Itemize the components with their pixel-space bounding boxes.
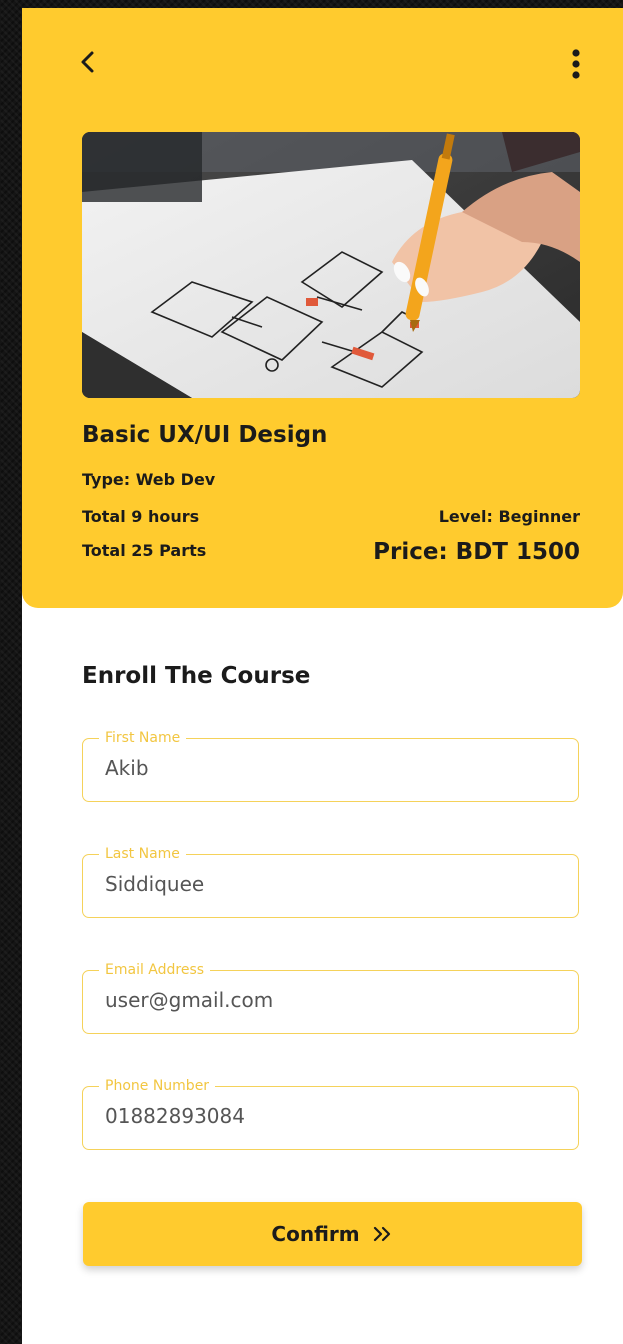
course-header-card: Basic UX/UI Design Type: Web Dev Total 9… bbox=[22, 8, 623, 608]
first-name-label: First Name bbox=[99, 729, 187, 747]
course-price: Price: BDT 1500 bbox=[373, 539, 580, 565]
course-hours: Total 9 hours bbox=[82, 507, 200, 526]
app-screen: Basic UX/UI Design Type: Web Dev Total 9… bbox=[22, 8, 623, 1344]
double-chevron-right-icon bbox=[373, 1226, 390, 1242]
last-name-label: Last Name bbox=[99, 845, 186, 863]
course-level: Level: Beginner bbox=[438, 507, 580, 526]
back-button[interactable] bbox=[78, 46, 106, 78]
email-label: Email Address bbox=[99, 961, 211, 979]
course-title: Basic UX/UI Design bbox=[82, 422, 328, 448]
first-name-field[interactable]: First Name bbox=[82, 729, 579, 802]
course-type: Type: Web Dev bbox=[82, 470, 216, 489]
phone-label: Phone Number bbox=[99, 1077, 216, 1095]
last-name-field[interactable]: Last Name bbox=[82, 845, 579, 918]
course-parts: Total 25 Parts bbox=[82, 541, 207, 560]
confirm-button[interactable]: Confirm bbox=[83, 1202, 582, 1266]
more-vertical-icon bbox=[572, 49, 580, 79]
first-name-input[interactable] bbox=[105, 753, 545, 783]
chevron-left-icon bbox=[81, 51, 94, 73]
enroll-section-title: Enroll The Course bbox=[82, 663, 311, 689]
phone-input[interactable] bbox=[105, 1101, 545, 1131]
last-name-input[interactable] bbox=[105, 869, 545, 899]
course-thumbnail bbox=[82, 132, 580, 398]
email-field[interactable]: Email Address bbox=[82, 961, 579, 1034]
confirm-label: Confirm bbox=[271, 1222, 360, 1246]
more-options-button[interactable] bbox=[566, 46, 586, 86]
email-input[interactable] bbox=[105, 985, 545, 1015]
phone-field[interactable]: Phone Number bbox=[82, 1077, 579, 1150]
